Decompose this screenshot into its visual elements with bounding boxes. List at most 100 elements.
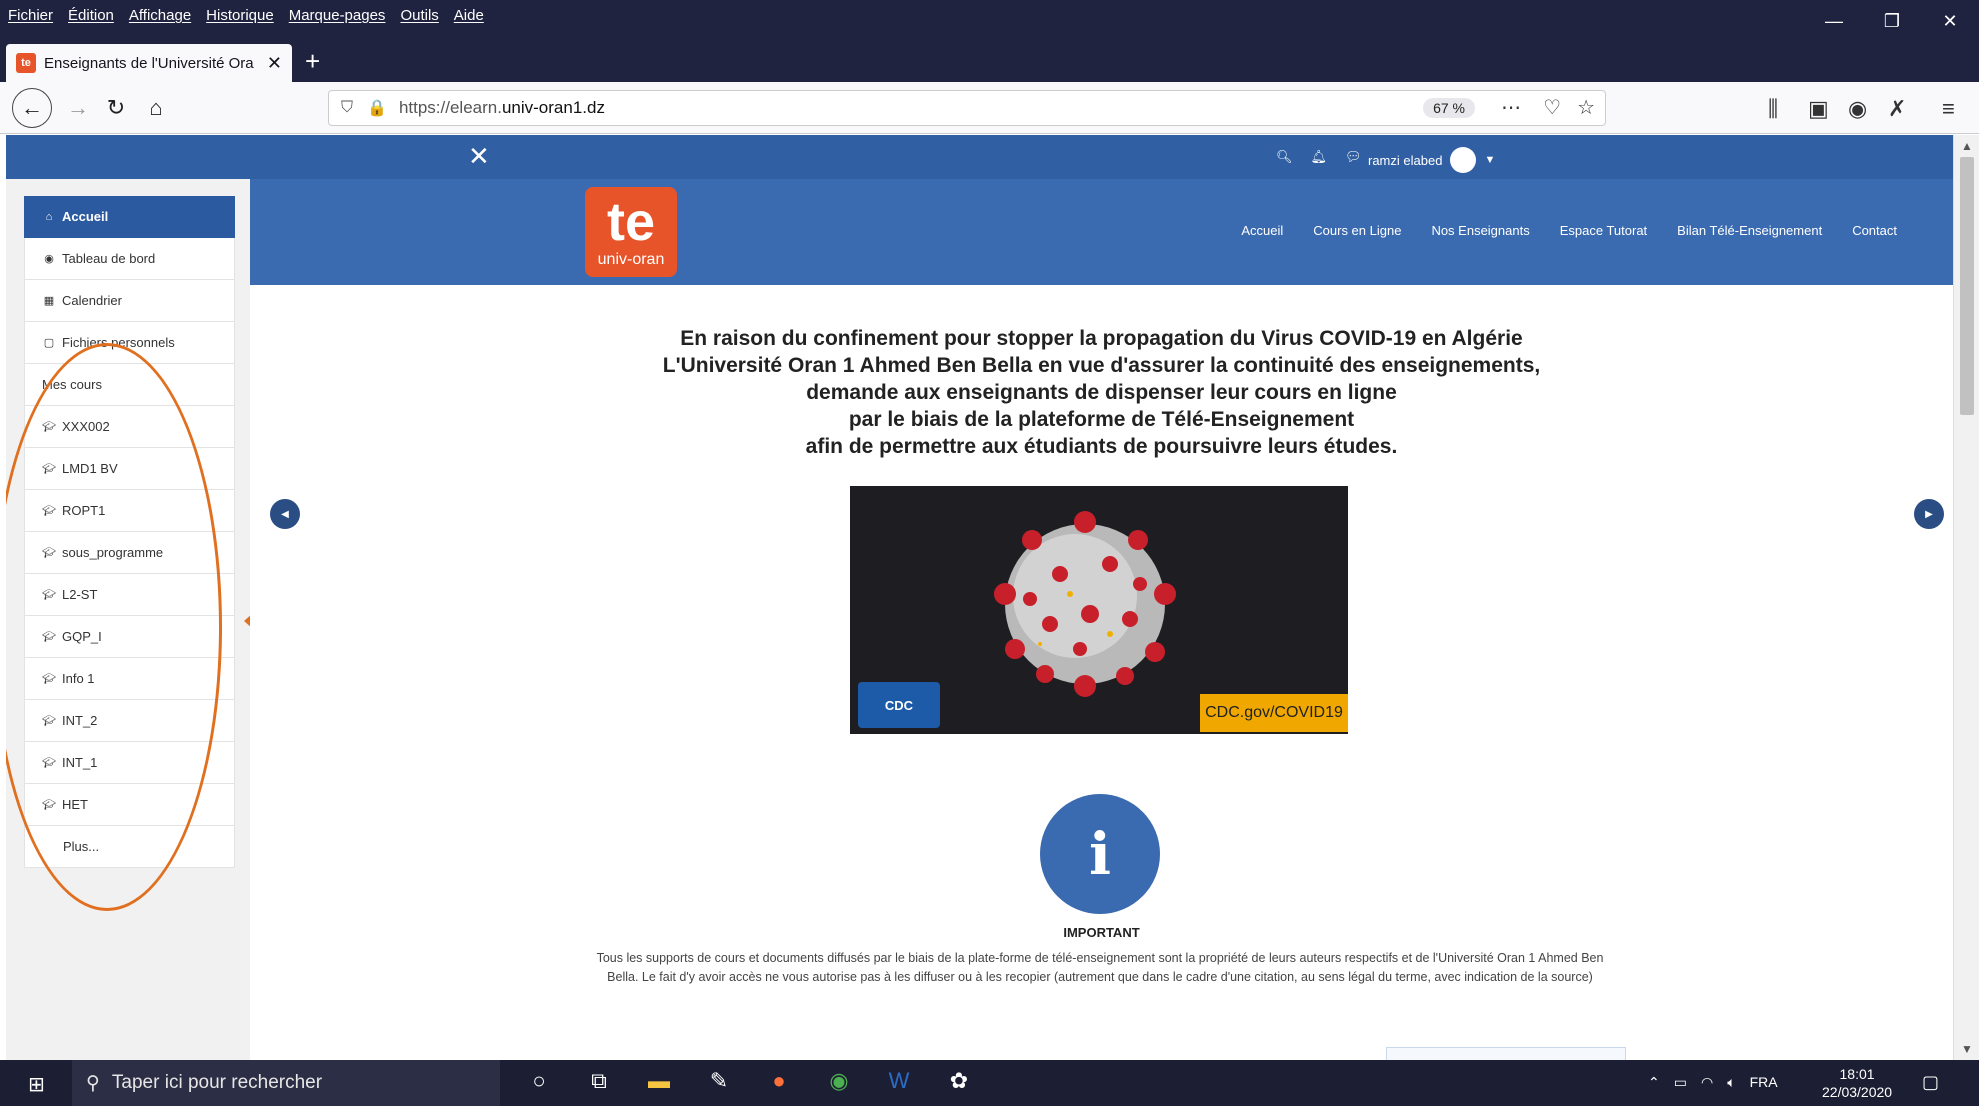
- notepad-icon[interactable]: ✎: [704, 1068, 734, 1094]
- site-menu-espace-tutorat[interactable]: Espace Tutorat: [1560, 223, 1647, 238]
- content-box-edge: [1386, 1047, 1626, 1060]
- menu-outils[interactable]: Outils: [400, 7, 438, 24]
- site-menu: Accueil Cours en Ligne Nos Enseignants E…: [1241, 223, 1897, 238]
- restore-icon[interactable]: ❐: [1863, 0, 1921, 42]
- cortana-icon[interactable]: ○: [524, 1068, 554, 1094]
- cdc-logo: CDC: [858, 682, 940, 728]
- chrome-icon[interactable]: ◉: [824, 1068, 854, 1094]
- menu-aide[interactable]: Aide: [454, 7, 484, 24]
- topbar-icons: 🔍︎ 🔔︎ 💬︎: [1276, 149, 1362, 165]
- close-tab-icon[interactable]: ✕: [267, 53, 282, 74]
- info-icon: i: [1040, 794, 1160, 914]
- menu-fichier[interactable]: Fichier: [8, 7, 53, 24]
- taskbar-search[interactable]: ⚲ Taper ici pour rechercher: [72, 1060, 500, 1106]
- site-menu-bilan[interactable]: Bilan Télé-Enseignement: [1677, 223, 1822, 238]
- browser-tab[interactable]: te Enseignants de l'Université Ora ✕: [6, 44, 292, 82]
- window-controls: — ❐ ✕: [1805, 0, 1979, 42]
- user-name: ramzi elabed: [1368, 152, 1443, 168]
- slider-next-icon[interactable]: ▶: [1914, 499, 1944, 529]
- extension-icon[interactable]: ✗: [1888, 96, 1906, 122]
- url-host: univ-oran1.dz: [501, 98, 605, 117]
- language-indicator[interactable]: FRA: [1750, 1074, 1778, 1091]
- wifi-icon[interactable]: ◠: [1701, 1074, 1713, 1091]
- account-icon[interactable]: ◉: [1848, 96, 1867, 122]
- windows-start-icon[interactable]: ⊞: [28, 1072, 45, 1097]
- announcement-line: L'Université Oran 1 Ahmed Ben Bella en v…: [662, 354, 1541, 377]
- sidebar-item-accueil[interactable]: ⌂ Accueil: [24, 196, 235, 238]
- sidebar-item-tableau-de-bord[interactable]: ◉ Tableau de bord: [24, 238, 235, 280]
- slider-prev-icon[interactable]: ◀: [270, 499, 300, 529]
- scroll-up-icon[interactable]: ▲: [1961, 139, 1973, 153]
- logo-letters: te: [606, 192, 655, 252]
- url-bar[interactable]: ⛉ 🔒 https://elearn. univ-oran1.dz 67 % ⋯ …: [328, 90, 1606, 126]
- browser-titlebar: Fichier Édition Affichage Historique Mar…: [0, 0, 1979, 82]
- back-icon[interactable]: ←: [12, 88, 52, 128]
- virus-illustration: [994, 511, 1176, 697]
- word-icon[interactable]: W: [884, 1068, 914, 1094]
- url-scheme: https://elearn.: [398, 98, 502, 117]
- page-scrollbar[interactable]: ▲ ▼: [1953, 135, 1979, 1060]
- taskbar-clock[interactable]: 18:01 22/03/2020: [1822, 1065, 1892, 1101]
- volume-icon[interactable]: 🔈︎: [1727, 1074, 1735, 1091]
- user-menu[interactable]: ramzi elabed ▼: [1368, 147, 1495, 173]
- avatar: [1450, 147, 1477, 173]
- covid-announcement: En raison du confinement pour stopper la…: [250, 325, 1953, 460]
- chevron-up-icon[interactable]: ⌃: [1648, 1074, 1660, 1091]
- notification-bell-icon[interactable]: 🔔︎: [1311, 149, 1328, 165]
- menu-marque-pages[interactable]: Marque-pages: [289, 7, 386, 24]
- menu-affichage[interactable]: Affichage: [129, 7, 191, 24]
- site-header: te univ-oran Accueil Cours en Ligne Nos …: [250, 179, 1953, 285]
- announcement-line: demande aux enseignants de dispenser leu…: [806, 381, 1397, 404]
- site-menu-contact[interactable]: Contact: [1852, 223, 1897, 238]
- navigation-toolbar: ← → ↻ ⌂ ⛉ 🔒 https://elearn. univ-oran1.dz…: [0, 82, 1979, 134]
- minimize-icon[interactable]: —: [1805, 0, 1863, 42]
- hamburger-menu-icon[interactable]: ≡: [1942, 96, 1955, 122]
- site-menu-accueil[interactable]: Accueil: [1241, 223, 1283, 238]
- home-icon[interactable]: ⌂: [140, 92, 172, 124]
- menu-historique[interactable]: Historique: [206, 7, 274, 24]
- file-explorer-icon[interactable]: ▬: [644, 1068, 674, 1094]
- site-logo[interactable]: te univ-oran: [585, 187, 677, 277]
- task-view-icon[interactable]: ⧉: [584, 1068, 614, 1094]
- battery-icon[interactable]: ▭: [1674, 1074, 1687, 1091]
- firefox-icon[interactable]: ●: [764, 1068, 794, 1094]
- close-window-icon[interactable]: ✕: [1921, 0, 1979, 42]
- dashboard-icon: ◉: [44, 253, 54, 265]
- taskbar-apps: ○ ⧉ ▬ ✎ ● ◉ W ✿: [524, 1068, 974, 1094]
- sidebar-item-calendrier[interactable]: ▦ Calendrier: [24, 280, 235, 322]
- menu-edition[interactable]: Édition: [68, 7, 114, 24]
- scrollbar-thumb[interactable]: [1960, 157, 1974, 415]
- new-tab-icon[interactable]: +: [305, 46, 320, 77]
- file-icon: ▢: [43, 337, 55, 349]
- sidebar-toggle-icon[interactable]: ▣: [1808, 96, 1829, 122]
- clock-time: 18:01: [1839, 1066, 1875, 1082]
- bookmark-star-icon[interactable]: ☆: [1577, 95, 1595, 120]
- reload-icon[interactable]: ↻: [100, 92, 132, 124]
- notification-center-icon[interactable]: ▢: [1922, 1072, 1939, 1093]
- zoom-level[interactable]: 67 %: [1423, 98, 1475, 118]
- library-icon[interactable]: ⫼: [1768, 96, 1778, 122]
- scroll-down-icon[interactable]: ▼: [1961, 1042, 1973, 1056]
- covid-virus-image: CDC CDC.gov/COVID19: [850, 486, 1348, 734]
- forward-icon[interactable]: →: [62, 92, 94, 124]
- paint-icon[interactable]: ✿: [944, 1068, 974, 1094]
- sidebar-item-label: Calendrier: [62, 293, 122, 308]
- pocket-icon[interactable]: ♡: [1543, 95, 1561, 120]
- clock-date: 22/03/2020: [1822, 1084, 1893, 1100]
- page-actions-icon[interactable]: ⋯: [1501, 95, 1521, 120]
- site-menu-nos-enseignants[interactable]: Nos Enseignants: [1431, 223, 1529, 238]
- lock-icon[interactable]: 🔒: [367, 98, 387, 118]
- close-drawer-icon[interactable]: ✕: [468, 141, 490, 172]
- taskbar-search-placeholder: Taper ici pour rechercher: [111, 1072, 323, 1093]
- site-menu-cours-en-ligne[interactable]: Cours en Ligne: [1313, 223, 1401, 238]
- web-page: ✕ 🔍︎ 🔔︎ 💬︎ ramzi elabed ▼ ⌂ Accueil ◉ Ta…: [6, 135, 1953, 1060]
- home-icon: ⌂: [45, 210, 53, 223]
- message-icon[interactable]: 💬︎: [1345, 149, 1362, 165]
- search-icon[interactable]: 🔍︎: [1276, 149, 1293, 165]
- announcement-line: afin de permettre aux étudiants de pours…: [805, 435, 1398, 458]
- tracking-shield-icon[interactable]: ⛉: [341, 99, 353, 117]
- sidebar-item-label: Tableau de bord: [62, 251, 156, 266]
- windows-taskbar: ⊞ ⚲ Taper ici pour rechercher ○ ⧉ ▬ ✎ ● …: [0, 1060, 1979, 1106]
- announcement-line: par le biais de la plateforme de Télé-En…: [848, 408, 1355, 431]
- announcement-line: En raison du confinement pour stopper la…: [680, 327, 1523, 350]
